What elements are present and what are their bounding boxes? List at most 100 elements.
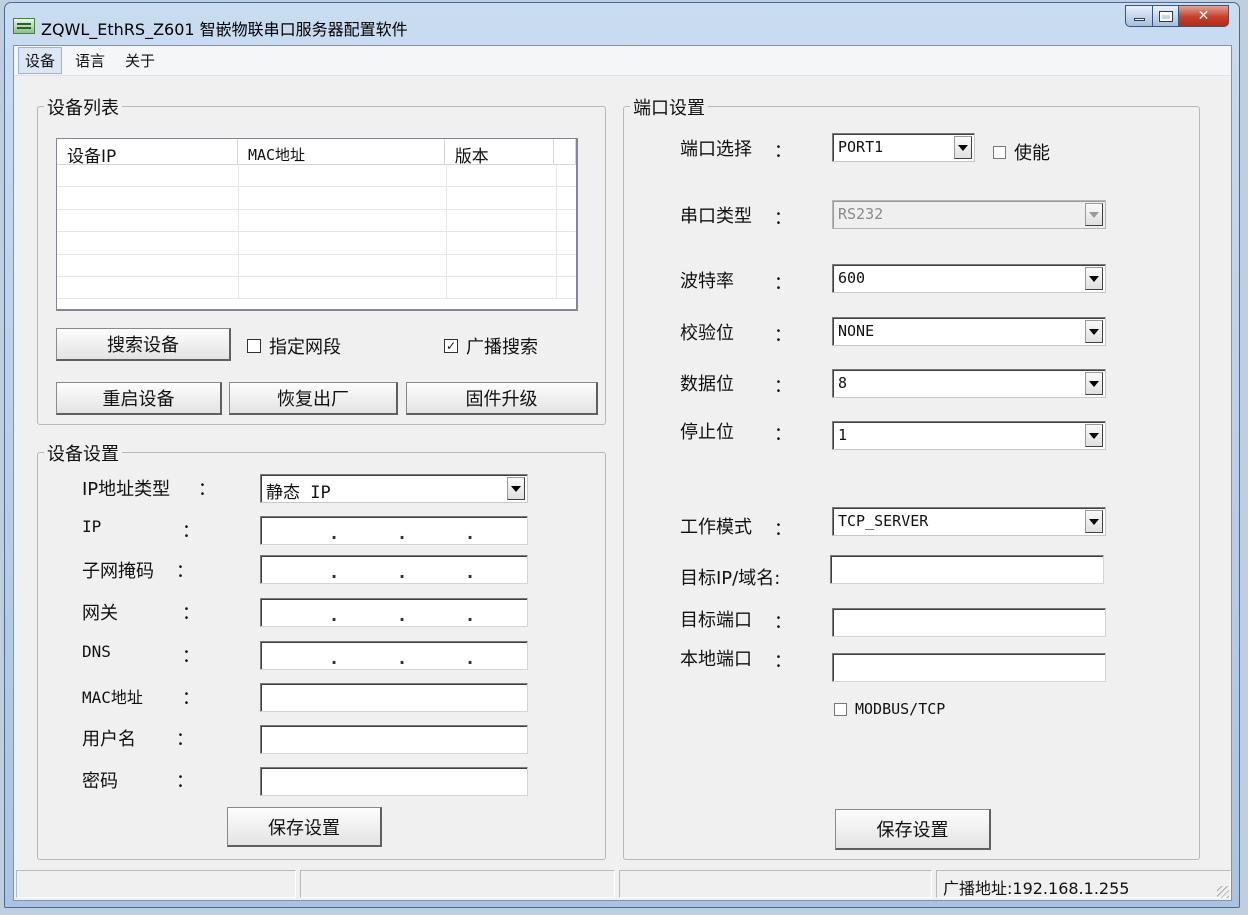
serial-type-colon: ：: [774, 208, 792, 229]
menu-language[interactable]: 语言: [68, 47, 112, 74]
port-select-colon: ：: [774, 141, 792, 162]
device-list-group: 设备列表 设备IP MAC地址 版本 搜索设备 指定网段 ✓ 广播搜索 重启设备…: [37, 94, 606, 425]
restart-device-button[interactable]: 重启设备: [56, 382, 222, 415]
table-row[interactable]: [57, 187, 576, 210]
status-panel-1: [16, 870, 296, 898]
ip-address-input[interactable]: . . .: [260, 516, 528, 545]
enable-checkbox-box[interactable]: [993, 145, 1006, 159]
column-version[interactable]: 版本: [445, 139, 555, 167]
factory-reset-button[interactable]: 恢复出厂: [229, 382, 398, 415]
subnet-mask-colon: ：: [176, 561, 194, 582]
device-list-header: 设备IP MAC地址 版本: [57, 139, 576, 167]
chevron-down-icon: [511, 485, 521, 492]
baud-rate-label: 波特率: [680, 271, 734, 292]
serial-type-label: 串口类型: [680, 206, 752, 227]
table-row[interactable]: [57, 165, 576, 188]
data-bits-select[interactable]: 8: [832, 369, 1106, 398]
ip-type-value: 静态 IP: [266, 483, 331, 503]
stop-bits-value: 1: [838, 426, 848, 444]
enable-label: 使能: [1014, 143, 1050, 164]
ip-type-label: IP地址类型: [82, 479, 171, 500]
ip-dot: .: [399, 649, 406, 668]
broadcast-check-mark: ✓: [445, 339, 457, 353]
baud-rate-dropdown-button[interactable]: [1085, 267, 1103, 290]
enable-checkbox[interactable]: 使能: [993, 139, 1050, 165]
resize-grip-icon[interactable]: [1217, 886, 1229, 898]
ip-dot: .: [331, 563, 338, 582]
serial-type-select: RS232: [832, 200, 1106, 229]
broadcast-search-checkbox-box[interactable]: ✓: [444, 339, 458, 353]
username-label: 用户名: [82, 729, 136, 750]
ip-dot: .: [467, 606, 474, 625]
work-mode-select[interactable]: TCP_SERVER: [832, 507, 1106, 536]
data-bits-dropdown-button[interactable]: [1085, 372, 1103, 395]
table-row[interactable]: [57, 254, 576, 277]
chevron-down-icon: [1089, 328, 1099, 335]
stop-bits-select[interactable]: 1: [832, 421, 1106, 450]
close-button[interactable]: ✕: [1179, 5, 1229, 27]
target-port-colon: ：: [774, 612, 792, 633]
specify-segment-checkbox[interactable]: 指定网段: [247, 333, 341, 359]
maximize-icon: [1158, 10, 1173, 22]
firmware-upgrade-button[interactable]: 固件升级: [406, 382, 598, 415]
port-select-dropdown-button[interactable]: [954, 136, 972, 159]
device-settings-group: 设备设置 IP地址类型 ： 静态 IP IP ： . . . 子网掩码 ： . …: [37, 440, 606, 860]
local-port-input[interactable]: [832, 653, 1106, 682]
dns-input[interactable]: . . .: [260, 641, 528, 670]
save-port-settings-button[interactable]: 保存设置: [835, 809, 991, 850]
parity-value: NONE: [838, 322, 875, 340]
parity-dropdown-button[interactable]: [1085, 320, 1103, 343]
ip-type-select[interactable]: 静态 IP: [260, 474, 528, 503]
target-port-label: 目标端口: [680, 610, 752, 631]
column-device-ip[interactable]: 设备IP: [57, 139, 238, 167]
ip-label: IP: [82, 517, 102, 536]
stop-bits-dropdown-button[interactable]: [1085, 424, 1103, 447]
subnet-mask-input[interactable]: . . .: [260, 555, 528, 584]
ip-dot: .: [467, 649, 474, 668]
baud-rate-select[interactable]: 600: [832, 264, 1106, 293]
title-bar[interactable]: ZQWL_EthRS_Z601 智嵌物联串口服务器配置软件 ✕: [5, 3, 1239, 45]
column-mac-address[interactable]: MAC地址: [238, 139, 445, 164]
save-device-settings-button[interactable]: 保存设置: [227, 807, 382, 847]
specify-segment-checkbox-box[interactable]: [247, 339, 261, 353]
ip-dot: .: [331, 524, 338, 543]
mac-address-colon: ：: [182, 688, 200, 709]
mac-address-input[interactable]: [260, 683, 528, 712]
target-port-input[interactable]: [832, 608, 1106, 637]
ip-type-colon: ：: [198, 479, 216, 500]
mac-address-label: MAC地址: [82, 688, 143, 707]
ip-dot: .: [399, 563, 406, 582]
password-colon: ：: [176, 771, 194, 792]
target-ip-input[interactable]: [830, 555, 1104, 584]
table-row[interactable]: [57, 232, 576, 255]
minimize-button[interactable]: [1125, 5, 1153, 27]
menu-about[interactable]: 关于: [118, 47, 162, 74]
local-port-colon: ：: [774, 651, 792, 672]
menu-device[interactable]: 设备: [18, 47, 63, 74]
search-device-button[interactable]: 搜索设备: [56, 328, 231, 361]
device-list-table[interactable]: 设备IP MAC地址 版本: [56, 138, 578, 311]
client-area: 设备 语言 关于 设备列表 设备IP MAC地址 版本 搜索设备 指定网段 ✓ …: [13, 45, 1232, 901]
gateway-input[interactable]: . . .: [260, 598, 528, 627]
chevron-down-icon: [958, 144, 968, 151]
ip-colon: ：: [182, 521, 200, 542]
parity-select[interactable]: NONE: [832, 317, 1106, 346]
ip-dot: .: [399, 606, 406, 625]
work-mode-dropdown-button[interactable]: [1085, 510, 1103, 533]
username-input[interactable]: [260, 725, 528, 754]
broadcast-search-checkbox[interactable]: ✓ 广播搜索: [444, 333, 538, 359]
table-row[interactable]: [57, 209, 576, 233]
port-settings-title: 端口设置: [630, 94, 708, 120]
password-input[interactable]: [260, 767, 528, 796]
data-bits-label: 数据位: [680, 374, 734, 395]
ip-dot: .: [467, 563, 474, 582]
ip-dot: .: [467, 524, 474, 543]
table-row[interactable]: [57, 276, 576, 300]
work-mode-value: TCP_SERVER: [838, 512, 929, 530]
maximize-button[interactable]: [1153, 5, 1179, 27]
port-select[interactable]: PORT1: [832, 133, 975, 162]
modbus-tcp-checkbox[interactable]: MODBUS/TCP: [834, 700, 945, 718]
modbus-tcp-checkbox-box[interactable]: [834, 702, 847, 716]
ip-type-dropdown-button[interactable]: [507, 477, 525, 500]
window-controls: ✕: [1125, 5, 1229, 27]
